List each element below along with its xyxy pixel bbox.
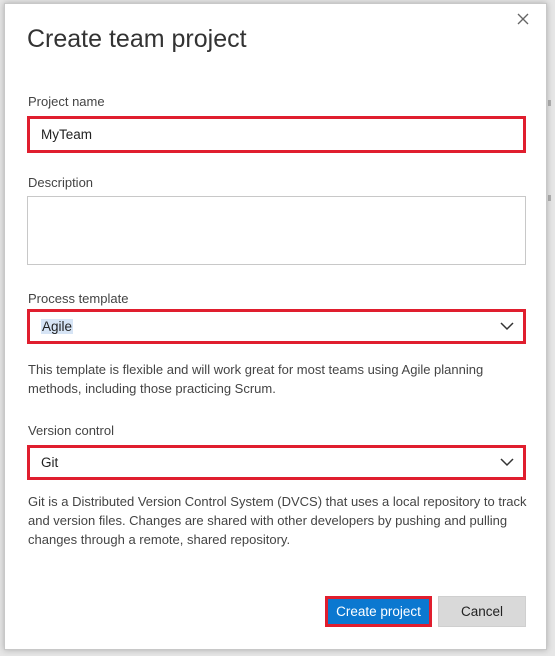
- project-name-label: Project name: [28, 94, 105, 109]
- version-control-label: Version control: [28, 423, 114, 438]
- create-team-project-dialog: Create team project Project name MyTeam …: [4, 3, 547, 650]
- background-edge: [548, 195, 551, 201]
- version-control-description: Git is a Distributed Version Control Sys…: [28, 494, 527, 547]
- process-template-select[interactable]: Agile: [27, 309, 526, 344]
- version-control-value: Git: [41, 455, 59, 470]
- process-template-value: Agile: [41, 319, 74, 334]
- description-textarea[interactable]: [27, 196, 526, 265]
- create-project-button[interactable]: Create project: [325, 596, 432, 627]
- cancel-button[interactable]: Cancel: [438, 596, 526, 627]
- process-template-description: This template is flexible and will work …: [28, 362, 484, 396]
- page-background: Create team project Project name MyTeam …: [0, 0, 555, 656]
- dialog-title: Create team project: [27, 25, 247, 53]
- project-name-input[interactable]: MyTeam: [27, 116, 526, 153]
- close-icon: [517, 13, 529, 25]
- chevron-down-icon: [500, 458, 514, 467]
- process-template-label: Process template: [28, 291, 129, 306]
- version-control-select[interactable]: Git: [27, 445, 526, 480]
- project-name-value: MyTeam: [41, 127, 93, 142]
- description-label: Description: [28, 175, 94, 190]
- close-button[interactable]: [514, 10, 532, 28]
- background-edge: [548, 100, 551, 106]
- chevron-down-icon: [500, 322, 514, 331]
